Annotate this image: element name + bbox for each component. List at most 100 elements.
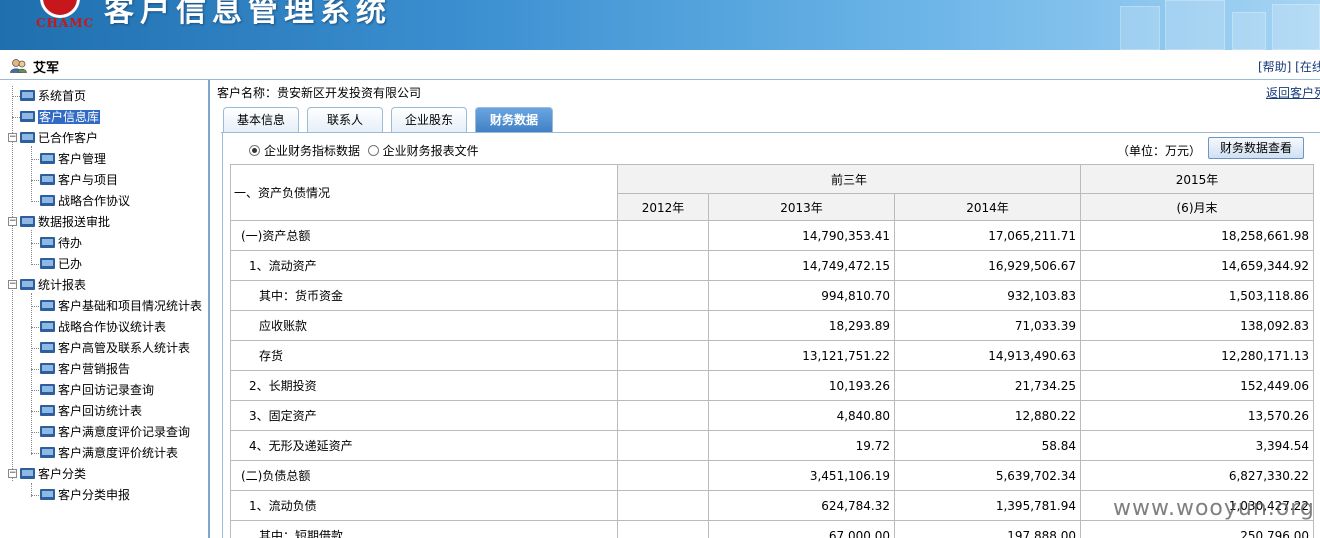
radio-indicator-data[interactable]: 企业财务指标数据 [249, 144, 360, 158]
table-row: 2、长期投资 10,193.26 21,734.25 152,449.06 [230, 370, 1314, 401]
cell-2013: 4,840.80 [708, 400, 895, 431]
cell-2014: 58.84 [894, 430, 1081, 461]
cell-2014: 16,929,506.67 [894, 250, 1081, 281]
cell-2013: 13,121,751.22 [708, 340, 895, 371]
cell-2013: 19.72 [708, 430, 895, 461]
user-bar: 艾军 [帮助] [在线 [0, 50, 1320, 80]
radio-report-file[interactable]: 企业财务报表文件 [367, 144, 479, 158]
cell-2015: 13,570.26 [1080, 400, 1314, 431]
sidebar-item-report-strategic[interactable]: 战略合作协议统计表 [40, 318, 166, 336]
main-content: 客户名称：贵安新区开发投资有限公司 返回客户列 基本信息 联系人 企业股东 财务… [213, 80, 1320, 538]
sidebar-item-strategic-agreement[interactable]: 战略合作协议 [40, 192, 130, 210]
tab-basic-info[interactable]: 基本信息 [223, 107, 299, 133]
folder-icon [20, 90, 35, 101]
row-label: 1、流动资产 [230, 250, 618, 281]
tab-financial-data[interactable]: 财务数据 [475, 107, 553, 133]
collapse-icon[interactable]: − [8, 469, 17, 478]
sidebar-item-customer-db[interactable]: 客户信息库 [20, 108, 101, 126]
cell-2015: 6,827,330.22 [1080, 460, 1314, 491]
financial-panel: 企业财务指标数据 企业财务报表文件 （单位：万元） 财务数据查看 一、资产负债情… [222, 133, 1320, 538]
row-label: 其中：货币资金 [230, 280, 618, 311]
sidebar-item-marketing-report[interactable]: 客户营销报告 [40, 360, 130, 378]
sidebar-item-customer-project[interactable]: 客户与项目 [40, 171, 118, 189]
sidebar-item-label: 客户营销报告 [58, 362, 131, 376]
sidebar-item-label: 客户满意度评价记录查询 [58, 425, 191, 439]
building-graphic [1232, 12, 1266, 50]
folder-icon [40, 384, 55, 395]
sidebar-item-done[interactable]: 已办 [40, 255, 82, 273]
folder-icon [40, 426, 55, 437]
customer-name: 客户名称：贵安新区开发投资有限公司 [217, 86, 422, 100]
table-body: (一)资产总额 14,790,353.41 17,065,211.71 18,258,… [230, 220, 1314, 538]
sidebar-item-reports[interactable]: 统计报表 [20, 276, 86, 294]
sidebar-item-classification[interactable]: 客户分类 [20, 465, 86, 483]
collapse-icon[interactable]: − [8, 280, 17, 289]
table-row: 1、流动资产 14,749,472.15 16,929,506.67 14,659,3… [230, 250, 1314, 281]
year-header: 2013年 [708, 193, 895, 221]
table-row: 应收账款 18,293.89 71,033.39 138,092.83 [230, 310, 1314, 341]
table-row: (一)资产总额 14,790,353.41 17,065,211.71 18,258,… [230, 220, 1314, 251]
sidebar-item-report-executives[interactable]: 客户高管及联系人统计表 [40, 339, 190, 357]
cell-2014: 197,888.00 [894, 520, 1081, 538]
sidebar-item-satisfaction-query[interactable]: 客户满意度评价记录查询 [40, 423, 190, 441]
sidebar-item-label: 战略合作协议统计表 [58, 320, 167, 334]
tree-guide [31, 230, 32, 265]
cell-2013: 14,749,472.15 [708, 250, 895, 281]
sidebar-item-label: 已合作客户 [38, 131, 99, 145]
row-label: (一)资产总额 [230, 220, 618, 251]
cell-2013: 18,293.89 [708, 310, 895, 341]
sidebar-item-classification-apply[interactable]: 客户分类申报 [40, 486, 130, 504]
cell-2015: 152,449.06 [1080, 370, 1314, 401]
folder-icon [40, 363, 55, 374]
sidebar-item-label: 客户分类 [38, 467, 87, 481]
year-header: 2012年 [617, 193, 709, 221]
folder-icon [40, 300, 55, 311]
cell-2014: 21,734.25 [894, 370, 1081, 401]
sidebar-item-label: 待办 [58, 236, 83, 250]
sidebar-item-satisfaction-stats[interactable]: 客户满意度评价统计表 [40, 444, 178, 462]
tab-contacts[interactable]: 联系人 [307, 107, 383, 133]
cell-2012 [617, 250, 709, 281]
sidebar-tree: 系统首页 客户信息库 − 已合作客户 客户管理 客户与项目 战略合作协议 − 数… [0, 80, 210, 538]
cell-2013: 3,451,106.19 [708, 460, 895, 491]
folder-icon [20, 111, 35, 122]
view-financial-data-button[interactable]: 财务数据查看 [1208, 137, 1304, 159]
sidebar-item-visit-query[interactable]: 客户回访记录查询 [40, 381, 154, 399]
sidebar-item-visit-stats[interactable]: 客户回访统计表 [40, 402, 142, 420]
sidebar-item-label: 客户与项目 [58, 173, 119, 187]
table-row: 4、无形及递延资产 19.72 58.84 3,394.54 [230, 430, 1314, 461]
sidebar-item-report-basic[interactable]: 客户基础和项目情况统计表 [40, 297, 202, 315]
sidebar-item-data-approval[interactable]: 数据报送审批 [20, 213, 110, 231]
data-type-radios: 企业财务指标数据 企业财务报表文件 [249, 142, 479, 159]
cell-2014: 1,395,781.94 [894, 490, 1081, 521]
back-to-list-link[interactable]: 返回客户列 [1266, 84, 1320, 101]
cell-2012 [617, 490, 709, 521]
cell-2014: 14,913,490.63 [894, 340, 1081, 371]
cell-2015: 1,503,118.86 [1080, 280, 1314, 311]
tab-shareholders[interactable]: 企业股东 [391, 107, 467, 133]
collapse-icon[interactable]: − [8, 217, 17, 226]
cell-2014: 12,880.22 [894, 400, 1081, 431]
help-links[interactable]: [帮助] [在线 [1258, 58, 1320, 75]
sidebar-item-cooperated[interactable]: 已合作客户 [20, 129, 98, 147]
sidebar-item-todo[interactable]: 待办 [40, 234, 82, 252]
row-label: 其中：短期借款 [230, 520, 618, 538]
row-header: 一、资产负债情况 [230, 164, 618, 221]
radio-label: 企业财务指标数据 [264, 144, 361, 158]
sidebar-item-label: 战略合作协议 [58, 194, 131, 208]
cell-2014: 932,103.83 [894, 280, 1081, 311]
folder-icon [40, 195, 55, 206]
header-banner: CHAMC 客户信息管理系统 [0, 0, 1320, 50]
folder-icon [40, 237, 55, 248]
cell-2013: 624,784.32 [708, 490, 895, 521]
sidebar-item-home[interactable]: 系统首页 [20, 87, 86, 105]
collapse-icon[interactable]: − [8, 133, 17, 142]
group-header-prev: 前三年 [617, 164, 1081, 194]
folder-icon [20, 279, 35, 290]
sidebar-item-label: 客户信息库 [38, 110, 101, 124]
sidebar-item-customer-mgmt[interactable]: 客户管理 [40, 150, 106, 168]
sidebar-item-label: 客户管理 [58, 152, 107, 166]
radio-unchecked-icon[interactable] [367, 145, 379, 156]
radio-checked-icon[interactable] [249, 145, 260, 156]
cell-2015: 12,280,171.13 [1080, 340, 1314, 371]
